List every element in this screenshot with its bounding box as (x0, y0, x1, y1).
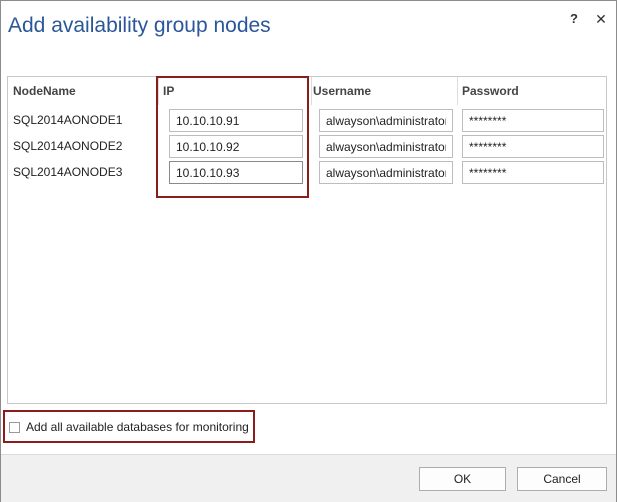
password-input[interactable] (462, 161, 604, 184)
table-row: SQL2014AONODE2 (8, 133, 606, 159)
ok-button[interactable]: OK (419, 467, 506, 491)
add-all-databases-label: Add all available databases for monitori… (26, 420, 249, 434)
dialog-title: Add availability group nodes (8, 14, 271, 37)
ip-input[interactable] (169, 109, 303, 132)
table-row: SQL2014AONODE3 (8, 159, 606, 185)
dialog-footer: OK Cancel (1, 454, 616, 502)
username-input[interactable] (319, 135, 453, 158)
ip-input[interactable] (169, 161, 303, 184)
column-header-username: Username (313, 84, 372, 98)
close-button[interactable]: ✕ (592, 10, 610, 28)
add-all-databases-checkbox[interactable] (9, 421, 20, 433)
column-header-password: Password (462, 84, 519, 98)
username-input[interactable] (319, 109, 453, 132)
add-nodes-dialog: Add availability group nodes ? ✕ NodeNam… (0, 0, 617, 502)
help-button[interactable]: ? (565, 10, 583, 28)
node-name-cell: SQL2014AONODE2 (13, 139, 123, 153)
nodes-grid: NodeName IP Username Password SQL2014AON… (7, 76, 607, 404)
node-name-cell: SQL2014AONODE3 (13, 165, 123, 179)
username-input[interactable] (319, 161, 453, 184)
add-all-databases-option[interactable]: Add all available databases for monitori… (9, 420, 249, 434)
ip-input[interactable] (169, 135, 303, 158)
column-header-ip: IP (163, 84, 175, 98)
cancel-button[interactable]: Cancel (517, 467, 607, 491)
table-row: SQL2014AONODE1 (8, 107, 606, 133)
password-input[interactable] (462, 109, 604, 132)
column-header-nodename: NodeName (13, 84, 76, 98)
node-name-cell: SQL2014AONODE1 (13, 113, 123, 127)
password-input[interactable] (462, 135, 604, 158)
